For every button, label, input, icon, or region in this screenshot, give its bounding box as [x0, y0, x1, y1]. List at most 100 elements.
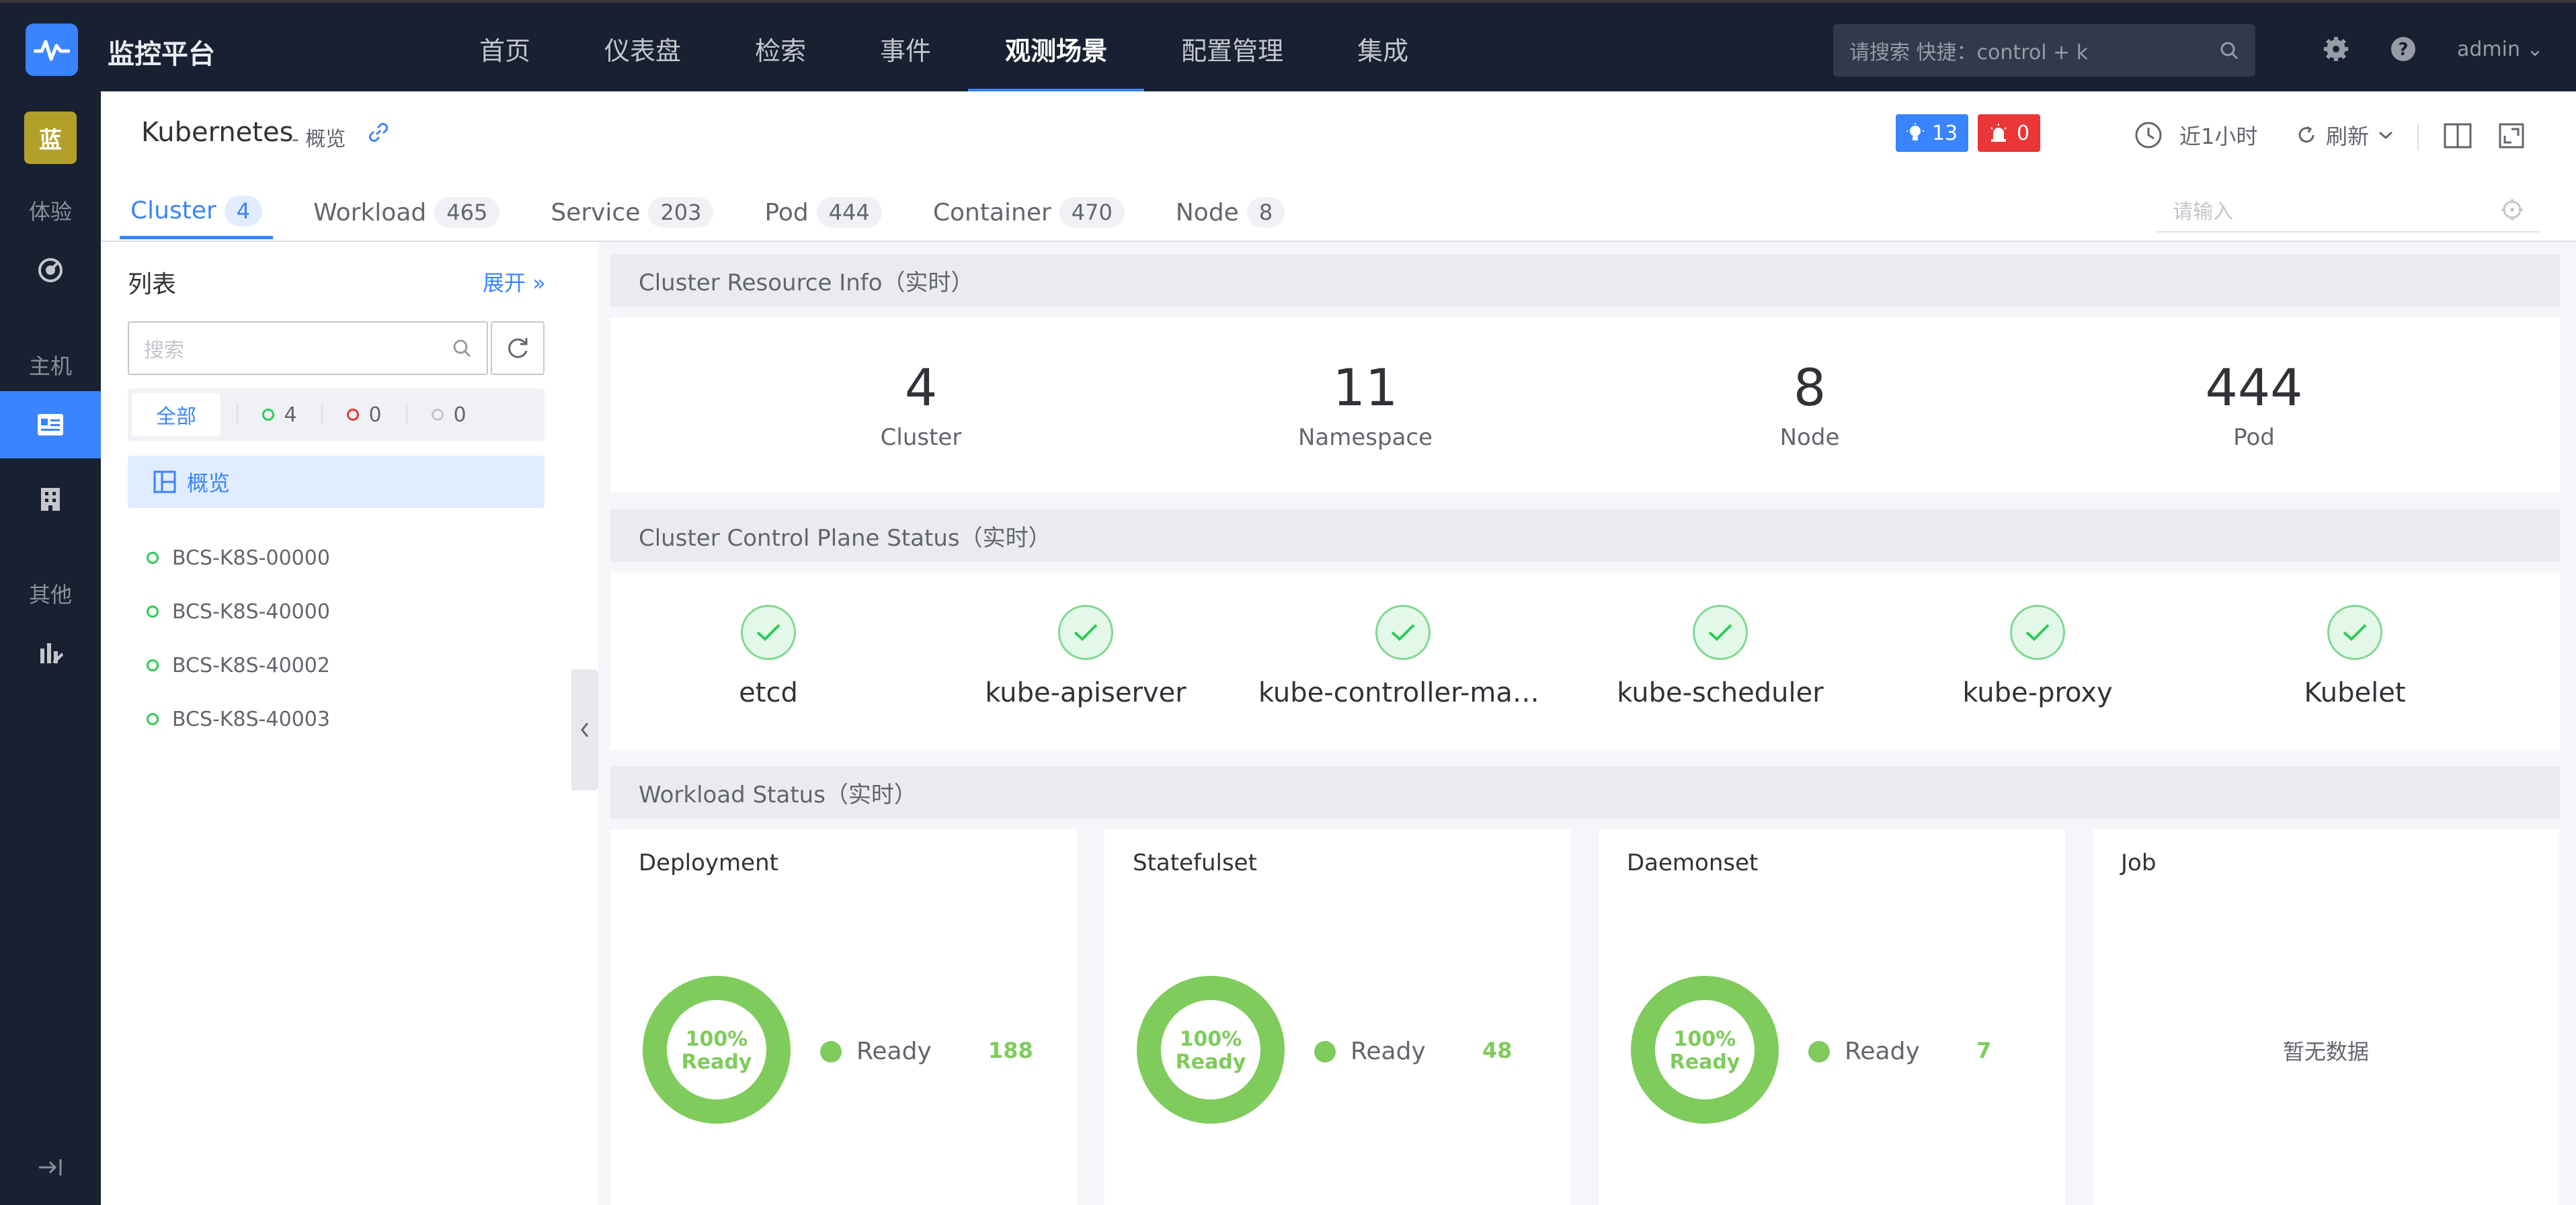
nav-integrations[interactable]: 集成: [1320, 3, 1445, 94]
donut-percent: 100%: [1179, 1028, 1242, 1051]
list-item[interactable]: BCS-K8S-40000: [147, 585, 330, 638]
check-icon: [741, 605, 796, 660]
stat-value: 444: [2205, 358, 2303, 417]
legend-value: 48: [1482, 1038, 1513, 1063]
tab-service[interactable]: Service 203: [540, 185, 724, 239]
refresh-dropdown[interactable]: 刷新: [2296, 120, 2393, 151]
component-name: Kubelet: [2304, 677, 2406, 708]
list-item[interactable]: BCS-K8S-00000: [147, 531, 330, 585]
overview-label: 概览: [187, 470, 231, 496]
component-name: kube-proxy: [1962, 677, 2113, 708]
donut-percent: 100%: [685, 1028, 748, 1051]
legend-ready[interactable]: Ready 188: [820, 1038, 1033, 1065]
sidebar-item-other[interactable]: [0, 620, 101, 687]
tab-label: Cluster: [130, 197, 216, 224]
filter-unknown[interactable]: 0: [407, 393, 491, 436]
check-icon: [1058, 605, 1113, 660]
sidebar-item-building[interactable]: [0, 465, 101, 532]
global-search-input[interactable]: 请搜索 快捷：control + k: [1833, 24, 2255, 77]
list-item[interactable]: BCS-K8S-40003: [147, 692, 330, 746]
cluster-list: BCS-K8S-00000 BCS-K8S-40000 BCS-K8S-4000…: [147, 531, 330, 746]
nav-config[interactable]: 配置管理: [1144, 3, 1320, 94]
status-unknown-icon: [432, 409, 444, 421]
tab-filter-input[interactable]: 请输入: [2157, 188, 2540, 233]
empty-state: 暂无数据: [2282, 1039, 2369, 1065]
nav-search[interactable]: 检索: [718, 3, 843, 94]
target-icon: [2501, 199, 2523, 220]
legend-label: Ready: [1351, 1038, 1426, 1065]
global-search-placeholder: 请搜索 快捷：control + k: [1849, 41, 2089, 65]
list-search-input[interactable]: 搜索: [128, 321, 488, 375]
expand-sidebar-icon[interactable]: [38, 1157, 63, 1177]
fullscreen-icon[interactable]: [2498, 122, 2525, 149]
nav-scenes[interactable]: 观测场景: [968, 3, 1145, 94]
workload-name: Deployment: [639, 849, 778, 876]
link-icon[interactable]: [367, 121, 390, 144]
business-avatar[interactable]: 蓝: [24, 112, 77, 164]
component-kube-scheduler: kube-scheduler: [1562, 605, 1878, 708]
check-icon: [2010, 605, 2065, 660]
status-normal-icon: [147, 659, 159, 671]
main-nav: 首页 仪表盘 检索 事件 观测场景 配置管理 集成: [442, 3, 1445, 94]
error-alert-badge[interactable]: 0: [1978, 114, 2041, 152]
check-icon: [2327, 605, 2382, 660]
tab-count: 8: [1246, 197, 1285, 228]
tab-node[interactable]: Node 8: [1165, 185, 1295, 239]
user-menu[interactable]: admin ⌄: [2457, 38, 2544, 61]
nav-home[interactable]: 首页: [442, 3, 567, 94]
filter-normal[interactable]: 4: [238, 393, 321, 436]
list-item[interactable]: BCS-K8S-40002: [147, 638, 330, 692]
info-alert-badge[interactable]: 13: [1896, 114, 1969, 152]
overview-item[interactable]: 概览: [128, 456, 545, 508]
refresh-label: 刷新: [2326, 124, 2370, 149]
search-icon: [453, 339, 471, 358]
resource-card: 4 Cluster 11 Namespace 8 Node 444 Pod: [610, 317, 2560, 492]
search-icon: [2220, 42, 2239, 60]
stat-namespace: 11 Namespace: [1224, 358, 1506, 451]
stat-node: 8 Node: [1668, 358, 1951, 451]
filter-all[interactable]: 全部: [132, 393, 220, 436]
stat-pod: 444 Pod: [2113, 358, 2395, 451]
time-range-picker[interactable]: 近1小时: [2134, 120, 2257, 151]
donut-status: Ready: [1175, 1050, 1246, 1074]
tab-pod[interactable]: Pod 444: [754, 185, 892, 239]
tab-count: 4: [224, 195, 263, 226]
overview-content: Cluster Resource Info（实时） 4 Cluster 11 Nam…: [598, 242, 2576, 1205]
logo-icon[interactable]: [26, 24, 78, 76]
tab-count: 465: [434, 197, 500, 228]
nav-events[interactable]: 事件: [843, 3, 968, 94]
check-icon: [1693, 605, 1748, 660]
help-icon[interactable]: ?: [2389, 35, 2417, 63]
check-icon: [1375, 605, 1431, 660]
alarm-icon: [1990, 124, 2007, 142]
workload-name: Statefulset: [1133, 849, 1257, 876]
tab-label: Pod: [764, 198, 809, 226]
component-kubelet: Kubelet: [2197, 605, 2513, 708]
expand-button[interactable]: 展开 »: [483, 266, 546, 297]
app-title: 监控平台: [108, 39, 215, 70]
stat-value: 11: [1332, 358, 1398, 417]
chevron-down-icon: [2379, 131, 2393, 140]
chart-tools-icon: [40, 643, 63, 663]
gear-icon[interactable]: [2322, 35, 2350, 63]
status-filter: 全部 4 0 0: [128, 388, 545, 441]
tab-workload[interactable]: Workload 465: [303, 185, 510, 239]
filter-error[interactable]: 0: [323, 393, 406, 436]
stat-label: Node: [1779, 424, 1840, 451]
nav-dashboard[interactable]: 仪表盘: [567, 3, 718, 94]
component-name: kube-apiserver: [985, 677, 1186, 708]
component-etcd: etcd: [610, 605, 926, 708]
split-view-icon[interactable]: [2443, 122, 2472, 149]
sidebar-item-experience[interactable]: [0, 237, 101, 304]
legend-ready[interactable]: Ready 48: [1314, 1038, 1513, 1065]
status-normal-icon: [262, 409, 275, 421]
tab-cluster[interactable]: Cluster 4: [120, 185, 274, 239]
tab-container[interactable]: Container 470: [922, 185, 1135, 239]
legend-ready[interactable]: Ready 7: [1808, 1038, 1991, 1065]
list-refresh-button[interactable]: [491, 321, 545, 375]
time-range-label: 近1小时: [2179, 124, 2258, 149]
filter-normal-count: 4: [284, 403, 297, 427]
sidebar-item-host[interactable]: [0, 391, 101, 458]
sidebar-group-other: 其他: [28, 582, 72, 608]
collapse-panel-button[interactable]: [571, 669, 598, 790]
